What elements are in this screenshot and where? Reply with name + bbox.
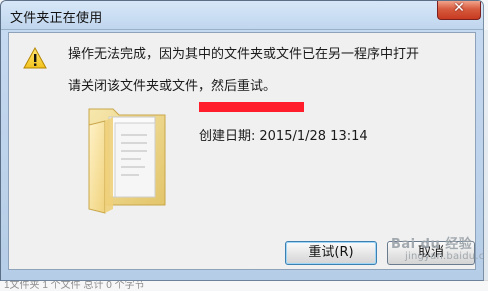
watermark-line: Bai du 经验 [391, 237, 473, 252]
watermark-subline: jingyan.baidu.com [405, 251, 484, 262]
background-bottom-strip: 1文件夹 1 个文件 总计 0 个字节 [0, 280, 488, 291]
message-primary: 操作无法完成，因为其中的文件夹或文件已在另一程序中打开 [68, 47, 420, 62]
file-in-use-dialog: 文件夹正在使用 ✕ 操作无法完成，因为其中的文件夹或文件已在另一程序中打开 请关… [0, 0, 484, 281]
window-title: 文件夹正在使用 [10, 11, 103, 26]
created-date-value: 2015/1/28 13:14 [259, 129, 368, 144]
background-bottom-text: 1文件夹 1 个文件 总计 0 个字节 [4, 280, 145, 291]
created-date-label: 创建日期: [199, 129, 256, 144]
created-date: 创建日期: 2015/1/28 13:14 [199, 125, 368, 144]
retry-button[interactable]: 重试(R) [285, 241, 377, 265]
warning-icon [23, 47, 47, 69]
close-button[interactable]: ✕ [437, 1, 481, 20]
folder-icon [88, 108, 166, 214]
watermark: Bai du 经验 jingyan.baidu.com [369, 233, 483, 277]
title-bar[interactable]: 文件夹正在使用 ✕ [1, 1, 483, 30]
close-icon: ✕ [453, 0, 465, 16]
message-secondary: 请关闭该文件夹或文件，然后重试。 [68, 79, 277, 94]
redacted-filename [199, 102, 304, 112]
